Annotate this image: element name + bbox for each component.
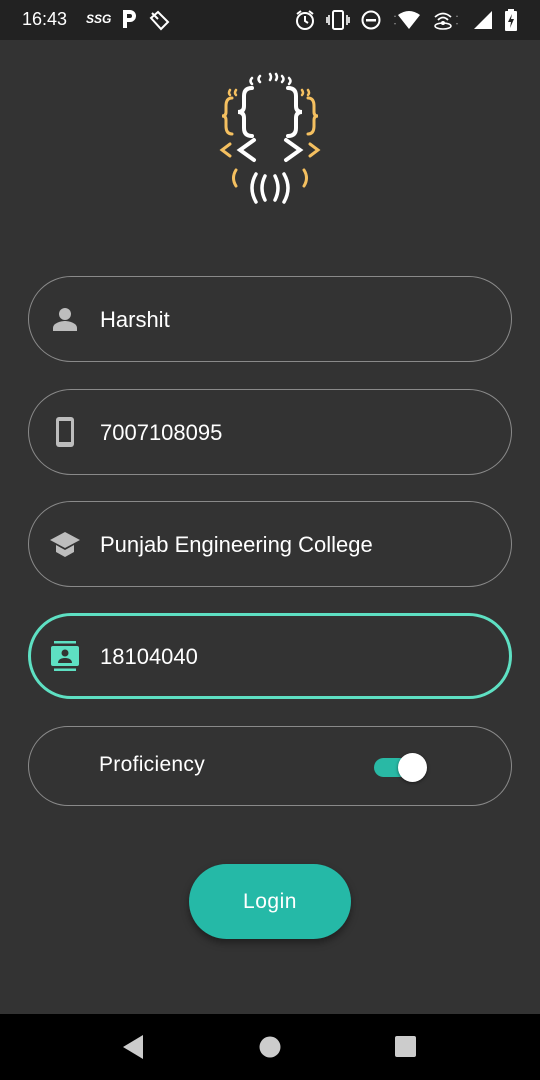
proficiency-label: Proficiency (99, 753, 206, 776)
navigation-bar (0, 1014, 540, 1080)
status-time: 16:43 (22, 9, 68, 29)
hotspot-icon (434, 12, 458, 30)
person-icon (53, 308, 77, 331)
roll-number-value: 18104040 (100, 644, 198, 669)
battery-icon (505, 9, 517, 31)
proficiency-row: Proficiency (28, 726, 512, 806)
login-button[interactable]: Login (189, 864, 351, 939)
name-value: Harshit (100, 307, 170, 332)
p-app-icon (123, 10, 136, 28)
home-icon[interactable] (258, 1034, 282, 1060)
college-value: Punjab Engineering College (100, 532, 373, 557)
status-icons (294, 8, 518, 32)
dnd-icon (361, 10, 381, 30)
phone-field[interactable]: 7007108095 (28, 389, 512, 475)
proficiency-switch[interactable] (372, 753, 428, 782)
graduation-cap-icon (50, 532, 80, 557)
phone-value: 7007108095 (100, 420, 223, 445)
vibrate-icon (326, 10, 350, 30)
switch-thumb (398, 753, 427, 782)
code-brackets-logo (219, 72, 321, 204)
phone-icon (56, 417, 74, 447)
wifi-icon (394, 11, 420, 29)
carrier-badge: SSG (86, 12, 112, 26)
status-bar: 16:43 SSG (0, 0, 540, 40)
recents-icon[interactable] (394, 1034, 418, 1060)
clean-icon (149, 10, 170, 31)
college-field[interactable]: Punjab Engineering College (28, 501, 512, 587)
signal-icon (474, 11, 492, 29)
back-icon[interactable] (121, 1034, 145, 1060)
roll-number-field[interactable]: 18104040 (28, 613, 512, 699)
contact-card-icon (51, 641, 79, 671)
alarm-icon (296, 10, 314, 30)
name-field[interactable]: Harshit (28, 276, 512, 362)
